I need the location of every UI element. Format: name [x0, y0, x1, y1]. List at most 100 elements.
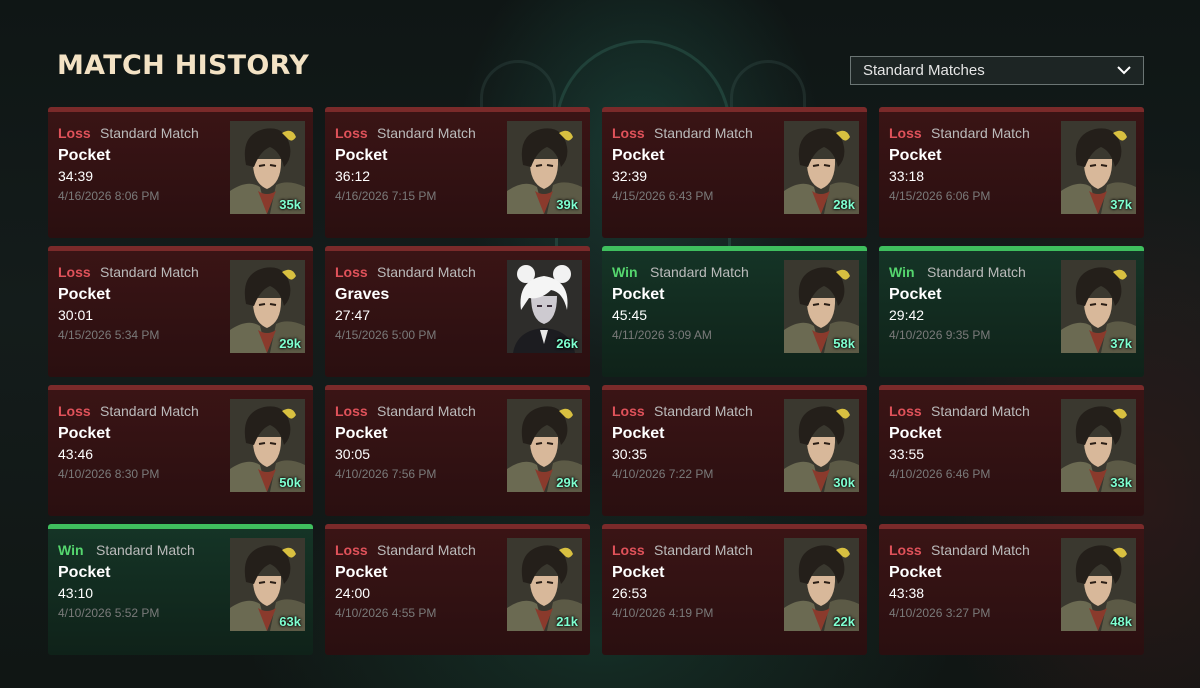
champion-name: Pocket — [335, 425, 388, 442]
match-result: Loss — [889, 542, 922, 558]
match-card[interactable]: Win Standard Match Pocket 29:42 4/10/2026 9:… — [879, 246, 1144, 377]
match-duration: 24:00 — [335, 585, 371, 601]
match-history-grid: Loss Standard Match Pocket 34:39 4/16/2026 8… — [48, 107, 1144, 656]
match-duration: 30:35 — [612, 446, 648, 462]
match-duration: 34:39 — [58, 168, 94, 184]
match-filter-selected: Standard Matches — [863, 62, 985, 79]
champion-portrait: 35k — [230, 121, 305, 214]
match-mode: Standard Match — [650, 264, 749, 280]
match-date: 4/11/2026 3:09 AM — [612, 328, 712, 342]
match-date: 4/10/2026 8:30 PM — [58, 467, 160, 481]
match-score: 26k — [556, 336, 578, 351]
match-filter-dropdown[interactable]: Standard Matches — [850, 56, 1144, 85]
match-date: 4/10/2026 4:19 PM — [612, 606, 714, 620]
match-mode: Standard Match — [654, 403, 753, 419]
match-score: 37k — [1110, 197, 1132, 212]
match-score: 58k — [833, 336, 855, 351]
champion-portrait: 29k — [507, 399, 582, 492]
match-duration: 33:18 — [889, 168, 925, 184]
match-score: 30k — [833, 475, 855, 490]
match-card[interactable]: Win Standard Match Pocket 43:10 4/10/2026 5:… — [48, 524, 313, 655]
match-card[interactable]: Win Standard Match Pocket 45:45 4/11/2026 3:… — [602, 246, 867, 377]
match-score: 33k — [1110, 475, 1132, 490]
champion-portrait: 30k — [784, 399, 859, 492]
match-card[interactable]: Loss Standard Match Pocket 30:01 4/15/2026 5… — [48, 246, 313, 377]
match-date: 4/10/2026 3:27 PM — [889, 606, 991, 620]
match-result: Win — [889, 264, 915, 280]
match-score: 48k — [1110, 614, 1132, 629]
match-card[interactable]: Loss Standard Match Pocket 24:00 4/10/2026 4… — [325, 524, 590, 655]
match-score: 29k — [556, 475, 578, 490]
match-score: 28k — [833, 197, 855, 212]
champion-name: Pocket — [58, 425, 111, 442]
match-date: 4/16/2026 7:15 PM — [335, 189, 437, 203]
match-duration: 43:10 — [58, 585, 94, 601]
match-date: 4/10/2026 7:22 PM — [612, 467, 714, 481]
match-duration: 43:38 — [889, 585, 925, 601]
match-result: Loss — [335, 542, 368, 558]
match-card[interactable]: Loss Standard Match Pocket 30:35 4/10/2026 7… — [602, 385, 867, 516]
match-card[interactable]: Loss Standard Match Pocket 32:39 4/15/2026 6… — [602, 107, 867, 238]
champion-name: Pocket — [889, 286, 942, 303]
match-score: 22k — [833, 614, 855, 629]
match-card[interactable]: Loss Standard Match Pocket 30:05 4/10/2026 7… — [325, 385, 590, 516]
match-card[interactable]: Loss Standard Match Pocket 26:53 4/10/2026 4… — [602, 524, 867, 655]
match-mode: Standard Match — [377, 125, 476, 141]
champion-portrait: 63k — [230, 538, 305, 631]
champion-name: Pocket — [889, 147, 942, 164]
champion-portrait: 22k — [784, 538, 859, 631]
match-mode: Standard Match — [927, 264, 1026, 280]
match-card[interactable]: Loss Standard Match Pocket 43:46 4/10/2026 8… — [48, 385, 313, 516]
match-mode: Standard Match — [654, 542, 753, 558]
match-mode: Standard Match — [100, 264, 199, 280]
champion-name: Pocket — [612, 286, 665, 303]
champion-name: Pocket — [612, 564, 665, 581]
match-duration: 27:47 — [335, 307, 371, 323]
match-duration: 26:53 — [612, 585, 648, 601]
match-date: 4/15/2026 5:34 PM — [58, 328, 160, 342]
match-duration: 30:01 — [58, 307, 94, 323]
match-card[interactable]: Loss Standard Match Pocket 43:38 4/10/2026 3… — [879, 524, 1144, 655]
champion-portrait: 39k — [507, 121, 582, 214]
champion-portrait: 21k — [507, 538, 582, 631]
match-mode: Standard Match — [100, 125, 199, 141]
match-mode: Standard Match — [931, 542, 1030, 558]
match-duration: 33:55 — [889, 446, 925, 462]
champion-portrait: 28k — [784, 121, 859, 214]
match-date: 4/15/2026 6:06 PM — [889, 189, 991, 203]
champion-portrait: 50k — [230, 399, 305, 492]
match-mode: Standard Match — [377, 542, 476, 558]
match-duration: 43:46 — [58, 446, 94, 462]
match-result: Loss — [889, 125, 922, 141]
champion-portrait: 26k — [507, 260, 582, 353]
champion-portrait: 33k — [1061, 399, 1136, 492]
page-title: MATCH HISTORY — [57, 50, 310, 81]
match-result: Loss — [335, 403, 368, 419]
champion-name: Pocket — [889, 425, 942, 442]
champion-name: Pocket — [889, 564, 942, 581]
match-card[interactable]: Loss Standard Match Pocket 34:39 4/16/2026 8… — [48, 107, 313, 238]
match-duration: 29:42 — [889, 307, 925, 323]
match-score: 35k — [279, 197, 301, 212]
champion-name: Pocket — [612, 147, 665, 164]
match-card[interactable]: Loss Standard Match Pocket 33:18 4/15/2026 6… — [879, 107, 1144, 238]
match-result: Loss — [58, 403, 91, 419]
match-score: 29k — [279, 336, 301, 351]
champion-name: Pocket — [612, 425, 665, 442]
match-duration: 32:39 — [612, 168, 648, 184]
match-result: Loss — [612, 125, 645, 141]
match-card[interactable]: Loss Standard Match Pocket 36:12 4/16/2026 7… — [325, 107, 590, 238]
champion-portrait: 48k — [1061, 538, 1136, 631]
match-date: 4/15/2026 5:00 PM — [335, 328, 437, 342]
match-card[interactable]: Loss Standard Match Pocket 33:55 4/10/2026 6… — [879, 385, 1144, 516]
match-result: Loss — [612, 542, 645, 558]
match-date: 4/10/2026 5:52 PM — [58, 606, 160, 620]
match-score: 63k — [279, 614, 301, 629]
match-duration: 30:05 — [335, 446, 371, 462]
match-card[interactable]: Loss Standard Match Graves 27:47 4/15/2026 5… — [325, 246, 590, 377]
champion-portrait: 37k — [1061, 260, 1136, 353]
match-result: Win — [58, 542, 84, 558]
champion-portrait: 58k — [784, 260, 859, 353]
match-mode: Standard Match — [377, 264, 476, 280]
champion-name: Pocket — [58, 147, 111, 164]
